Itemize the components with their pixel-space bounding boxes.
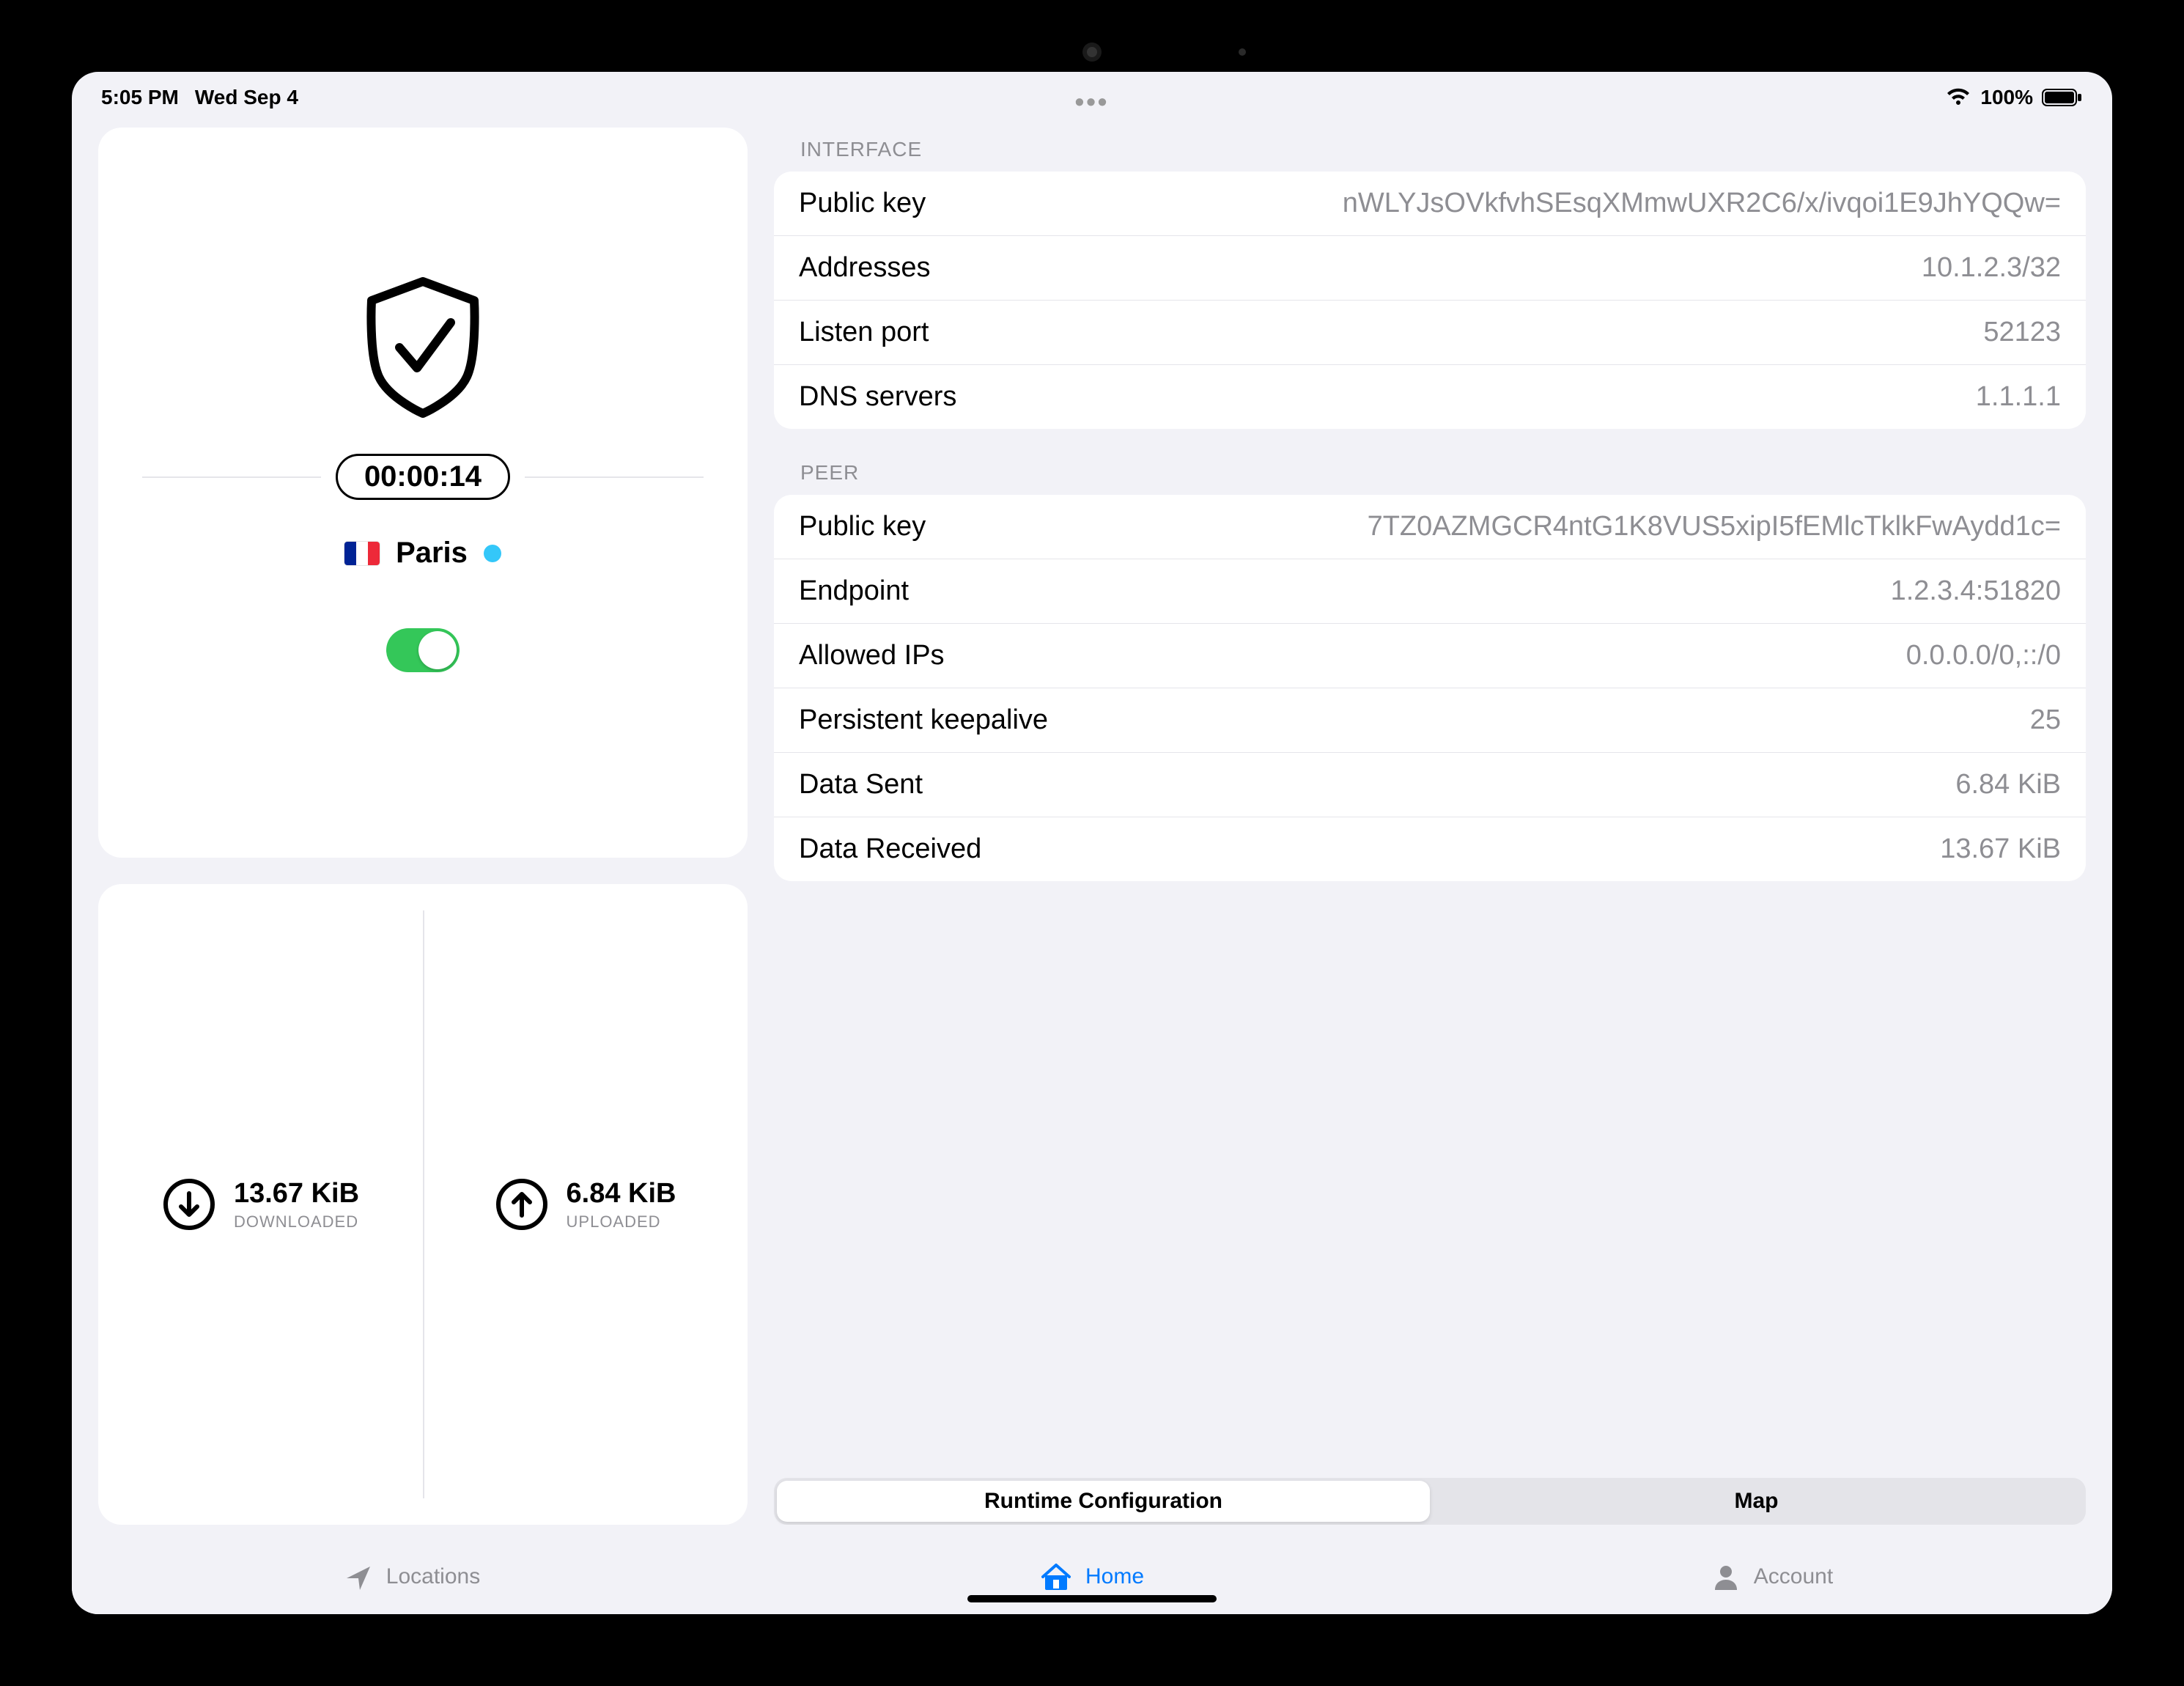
home-indicator[interactable] bbox=[967, 1595, 1217, 1602]
row-label: Data Sent bbox=[799, 769, 923, 800]
list-row[interactable]: DNS servers 1.1.1.1 bbox=[774, 365, 2086, 429]
row-label: Endpoint bbox=[799, 575, 909, 607]
list-row[interactable]: Addresses 10.1.2.3/32 bbox=[774, 236, 2086, 301]
download-icon bbox=[162, 1177, 216, 1232]
row-value: 10.1.2.3/32 bbox=[1922, 252, 2061, 284]
connection-status-card: 00:00:14 Paris bbox=[98, 128, 748, 858]
wifi-icon bbox=[1945, 87, 1971, 108]
row-value: 1.1.1.1 bbox=[1976, 381, 2061, 413]
row-label: Listen port bbox=[799, 317, 929, 348]
downloaded-value: 13.67 KiB bbox=[234, 1178, 359, 1210]
tab-label: Locations bbox=[386, 1564, 480, 1589]
location-name: Paris bbox=[396, 537, 468, 570]
segment-runtime-configuration[interactable]: Runtime Configuration bbox=[777, 1481, 1430, 1522]
downloaded-label: DOWNLOADED bbox=[234, 1212, 359, 1232]
current-location[interactable]: Paris bbox=[344, 537, 501, 570]
interface-list: Public key nWLYJsOVkfvhSEsqXMmwUXR2C6/x/i… bbox=[774, 172, 2086, 429]
uploaded-value: 6.84 KiB bbox=[567, 1178, 676, 1210]
shield-check-icon bbox=[357, 274, 489, 424]
tab-account[interactable]: Account bbox=[1432, 1539, 2112, 1614]
connection-toggle[interactable] bbox=[386, 628, 460, 672]
battery-icon bbox=[2042, 87, 2083, 108]
row-label: DNS servers bbox=[799, 381, 956, 413]
interface-section-header: Interface bbox=[774, 128, 2086, 172]
location-arrow-icon bbox=[344, 1562, 373, 1591]
list-row[interactable]: Data Received 13.67 KiB bbox=[774, 817, 2086, 881]
list-row[interactable]: Listen port 52123 bbox=[774, 301, 2086, 365]
row-value: 6.84 KiB bbox=[1955, 769, 2061, 800]
peer-section-header: Peer bbox=[774, 451, 2086, 495]
row-label: Data Received bbox=[799, 833, 981, 865]
status-date: Wed Sep 4 bbox=[195, 86, 298, 109]
row-value: 1.2.3.4:51820 bbox=[1891, 575, 2061, 607]
row-label: Public key bbox=[799, 188, 926, 219]
multitask-indicator[interactable]: ••• bbox=[1075, 86, 1110, 117]
tab-label: Home bbox=[1085, 1564, 1144, 1589]
tab-home[interactable]: Home bbox=[752, 1539, 1432, 1614]
list-row[interactable]: Allowed IPs 0.0.0.0/0,::/0 bbox=[774, 624, 2086, 688]
france-flag-icon bbox=[344, 542, 380, 565]
list-row[interactable]: Persistent keepalive 25 bbox=[774, 688, 2086, 753]
uploaded-label: UPLOADED bbox=[567, 1212, 676, 1232]
connection-timer: 00:00:14 bbox=[336, 454, 510, 500]
list-row[interactable]: Public key 7TZ0AZMGCR4ntG1K8VUS5xipI5fEMl… bbox=[774, 495, 2086, 559]
row-value: 7TZ0AZMGCR4ntG1K8VUS5xipI5fEMlcTklkFwAyd… bbox=[1368, 511, 2061, 542]
transfer-stats-card: 13.67 KiB DOWNLOADED 6.84 KiB UPLOADED bbox=[98, 884, 748, 1525]
upload-icon bbox=[495, 1177, 549, 1232]
peer-list: Public key 7TZ0AZMGCR4ntG1K8VUS5xipI5fEMl… bbox=[774, 495, 2086, 881]
battery-percent: 100% bbox=[1980, 86, 2033, 109]
person-icon bbox=[1711, 1562, 1741, 1591]
row-label: Addresses bbox=[799, 252, 931, 284]
view-segmented-control: Runtime Configuration Map bbox=[774, 1478, 2086, 1525]
segment-map[interactable]: Map bbox=[1430, 1481, 2083, 1522]
row-value: 0.0.0.0/0,::/0 bbox=[1906, 640, 2061, 671]
row-label: Persistent keepalive bbox=[799, 704, 1048, 736]
status-indicator-dot bbox=[484, 545, 501, 562]
row-label: Allowed IPs bbox=[799, 640, 945, 671]
tab-locations[interactable]: Locations bbox=[72, 1539, 752, 1614]
list-row[interactable]: Public key nWLYJsOVkfvhSEsqXMmwUXR2C6/x/i… bbox=[774, 172, 2086, 236]
list-row[interactable]: Endpoint 1.2.3.4:51820 bbox=[774, 559, 2086, 624]
row-value: nWLYJsOVkfvhSEsqXMmwUXR2C6/x/ivqoi1E9JhY… bbox=[1343, 188, 2061, 219]
home-icon bbox=[1040, 1562, 1072, 1591]
row-value: 13.67 KiB bbox=[1940, 833, 2061, 865]
tab-label: Account bbox=[1754, 1564, 1833, 1589]
status-time: 5:05 PM bbox=[101, 86, 179, 109]
list-row[interactable]: Data Sent 6.84 KiB bbox=[774, 753, 2086, 817]
row-value: 52123 bbox=[1983, 317, 2061, 348]
row-label: Public key bbox=[799, 511, 926, 542]
row-value: 25 bbox=[2030, 704, 2061, 736]
status-bar: 5:05 PM Wed Sep 4 ••• 100% bbox=[72, 72, 2112, 123]
